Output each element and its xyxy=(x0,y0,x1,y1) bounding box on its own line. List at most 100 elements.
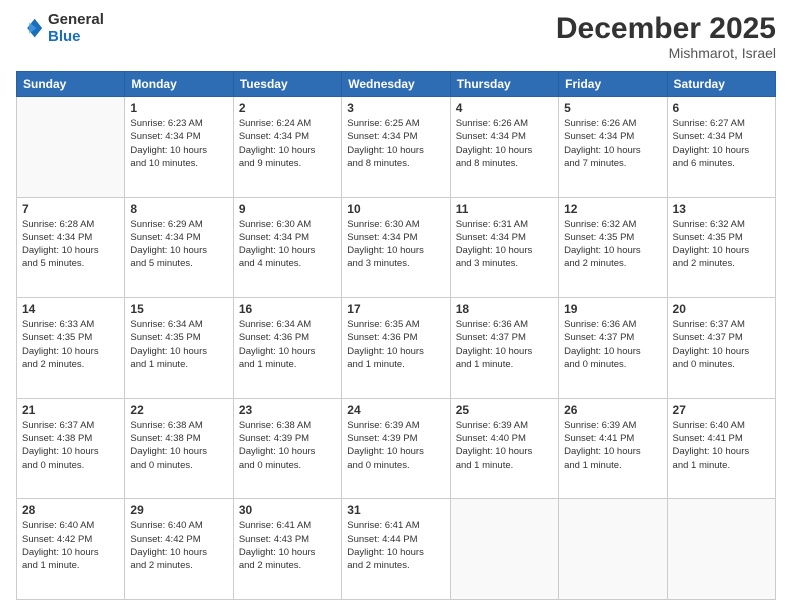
calendar-cell: 19 Sunrise: 6:36 AM Sunset: 4:37 PM Dayli… xyxy=(559,298,667,399)
calendar-cell: 3Sunrise: 6:25 AM Sunset: 4:34 PM Daylig… xyxy=(342,97,450,198)
calendar-cell: 29 Sunrise: 6:40 AM Sunset: 4:42 PM Dayli… xyxy=(125,499,233,600)
day-number: 29 xyxy=(130,503,227,517)
day-number: 12 xyxy=(564,202,661,216)
day-info: Sunrise: 6:24 AM Sunset: 4:34 PM Dayligh… xyxy=(239,117,336,170)
day-number: 18 xyxy=(456,302,553,316)
day-number: 16 xyxy=(239,302,336,316)
calendar-cell: 27 Sunrise: 6:40 AM Sunset: 4:41 PM Dayli… xyxy=(667,398,775,499)
day-number: 14 xyxy=(22,302,119,316)
day-number: 28 xyxy=(22,503,119,517)
day-number: 1 xyxy=(130,101,227,115)
calendar-cell xyxy=(667,499,775,600)
calendar-cell: 24Sunrise: 6:39 AM Sunset: 4:39 PM Dayli… xyxy=(342,398,450,499)
day-number: 21 xyxy=(22,403,119,417)
calendar-cell: 16Sunrise: 6:34 AM Sunset: 4:36 PM Dayli… xyxy=(233,298,341,399)
day-info: Sunrise: 6:30 AM Sunset: 4:34 PM Dayligh… xyxy=(239,218,336,271)
col-wednesday: Wednesday xyxy=(342,72,450,97)
day-info: Sunrise: 6:26 AM Sunset: 4:34 PM Dayligh… xyxy=(456,117,553,170)
calendar-cell: 25 Sunrise: 6:39 AM Sunset: 4:40 PM Dayli… xyxy=(450,398,558,499)
calendar-cell: 13 Sunrise: 6:32 AM Sunset: 4:35 PM Dayli… xyxy=(667,197,775,298)
day-info: Sunrise: 6:40 AM Sunset: 4:42 PM Dayligh… xyxy=(130,519,227,572)
day-number: 19 xyxy=(564,302,661,316)
calendar-cell: 8Sunrise: 6:29 AM Sunset: 4:34 PM Daylig… xyxy=(125,197,233,298)
header: General Blue December 2025 Mishmarot, Is… xyxy=(16,12,776,61)
day-number: 24 xyxy=(347,403,444,417)
day-number: 27 xyxy=(673,403,770,417)
day-info: Sunrise: 6:25 AM Sunset: 4:34 PM Dayligh… xyxy=(347,117,444,170)
calendar-cell: 20 Sunrise: 6:37 AM Sunset: 4:37 PM Dayli… xyxy=(667,298,775,399)
calendar-cell: 14 Sunrise: 6:33 AM Sunset: 4:35 PM Dayli… xyxy=(17,298,125,399)
day-info: Sunrise: 6:32 AM Sunset: 4:35 PM Dayligh… xyxy=(564,218,661,271)
calendar-cell: 9 Sunrise: 6:30 AM Sunset: 4:34 PM Daylig… xyxy=(233,197,341,298)
day-info: Sunrise: 6:28 AM Sunset: 4:34 PM Dayligh… xyxy=(22,218,119,271)
calendar-body: 1 Sunrise: 6:23 AM Sunset: 4:34 PM Daylig… xyxy=(17,97,776,600)
calendar-table: Sunday Monday Tuesday Wednesday Thursday… xyxy=(16,71,776,600)
calendar-cell xyxy=(450,499,558,600)
day-info: Sunrise: 6:36 AM Sunset: 4:37 PM Dayligh… xyxy=(456,318,553,371)
day-info: Sunrise: 6:41 AM Sunset: 4:44 PM Dayligh… xyxy=(347,519,444,572)
calendar-cell: 26Sunrise: 6:39 AM Sunset: 4:41 PM Dayli… xyxy=(559,398,667,499)
day-number: 4 xyxy=(456,101,553,115)
calendar-cell: 17Sunrise: 6:35 AM Sunset: 4:36 PM Dayli… xyxy=(342,298,450,399)
day-info: Sunrise: 6:31 AM Sunset: 4:34 PM Dayligh… xyxy=(456,218,553,271)
day-number: 20 xyxy=(673,302,770,316)
day-number: 15 xyxy=(130,302,227,316)
day-info: Sunrise: 6:35 AM Sunset: 4:36 PM Dayligh… xyxy=(347,318,444,371)
col-saturday: Saturday xyxy=(667,72,775,97)
calendar-cell xyxy=(559,499,667,600)
day-number: 8 xyxy=(130,202,227,216)
calendar-cell: 23 Sunrise: 6:38 AM Sunset: 4:39 PM Dayli… xyxy=(233,398,341,499)
calendar-cell: 15 Sunrise: 6:34 AM Sunset: 4:35 PM Dayli… xyxy=(125,298,233,399)
title-area: December 2025 Mishmarot, Israel xyxy=(556,12,776,61)
calendar-cell: 7 Sunrise: 6:28 AM Sunset: 4:34 PM Daylig… xyxy=(17,197,125,298)
day-info: Sunrise: 6:30 AM Sunset: 4:34 PM Dayligh… xyxy=(347,218,444,271)
calendar-cell: 21 Sunrise: 6:37 AM Sunset: 4:38 PM Dayli… xyxy=(17,398,125,499)
week-row-2: 7 Sunrise: 6:28 AM Sunset: 4:34 PM Daylig… xyxy=(17,197,776,298)
day-info: Sunrise: 6:34 AM Sunset: 4:35 PM Dayligh… xyxy=(130,318,227,371)
day-number: 30 xyxy=(239,503,336,517)
day-number: 31 xyxy=(347,503,444,517)
day-info: Sunrise: 6:40 AM Sunset: 4:42 PM Dayligh… xyxy=(22,519,119,572)
day-info: Sunrise: 6:37 AM Sunset: 4:38 PM Dayligh… xyxy=(22,419,119,472)
col-sunday: Sunday xyxy=(17,72,125,97)
day-number: 23 xyxy=(239,403,336,417)
day-info: Sunrise: 6:23 AM Sunset: 4:34 PM Dayligh… xyxy=(130,117,227,170)
week-row-4: 21 Sunrise: 6:37 AM Sunset: 4:38 PM Dayli… xyxy=(17,398,776,499)
calendar-cell: 30 Sunrise: 6:41 AM Sunset: 4:43 PM Dayli… xyxy=(233,499,341,600)
week-row-5: 28 Sunrise: 6:40 AM Sunset: 4:42 PM Dayli… xyxy=(17,499,776,600)
calendar-cell: 5Sunrise: 6:26 AM Sunset: 4:34 PM Daylig… xyxy=(559,97,667,198)
day-info: Sunrise: 6:32 AM Sunset: 4:35 PM Dayligh… xyxy=(673,218,770,271)
day-number: 13 xyxy=(673,202,770,216)
day-number: 10 xyxy=(347,202,444,216)
day-number: 7 xyxy=(22,202,119,216)
day-number: 25 xyxy=(456,403,553,417)
day-info: Sunrise: 6:41 AM Sunset: 4:43 PM Dayligh… xyxy=(239,519,336,572)
day-number: 9 xyxy=(239,202,336,216)
day-info: Sunrise: 6:40 AM Sunset: 4:41 PM Dayligh… xyxy=(673,419,770,472)
day-number: 22 xyxy=(130,403,227,417)
day-number: 11 xyxy=(456,202,553,216)
logo-blue-text: Blue xyxy=(48,29,104,46)
calendar-cell: 6Sunrise: 6:27 AM Sunset: 4:34 PM Daylig… xyxy=(667,97,775,198)
day-info: Sunrise: 6:37 AM Sunset: 4:37 PM Dayligh… xyxy=(673,318,770,371)
day-info: Sunrise: 6:38 AM Sunset: 4:39 PM Dayligh… xyxy=(239,419,336,472)
logo-text: General Blue xyxy=(48,12,104,45)
day-info: Sunrise: 6:36 AM Sunset: 4:37 PM Dayligh… xyxy=(564,318,661,371)
day-info: Sunrise: 6:38 AM Sunset: 4:38 PM Dayligh… xyxy=(130,419,227,472)
calendar-cell: 18 Sunrise: 6:36 AM Sunset: 4:37 PM Dayli… xyxy=(450,298,558,399)
day-number: 6 xyxy=(673,101,770,115)
calendar-cell xyxy=(17,97,125,198)
logo-general-text: General xyxy=(48,12,104,29)
day-info: Sunrise: 6:33 AM Sunset: 4:35 PM Dayligh… xyxy=(22,318,119,371)
col-tuesday: Tuesday xyxy=(233,72,341,97)
logo: General Blue xyxy=(16,12,104,45)
day-info: Sunrise: 6:39 AM Sunset: 4:40 PM Dayligh… xyxy=(456,419,553,472)
month-title: December 2025 xyxy=(556,12,776,45)
location-subtitle: Mishmarot, Israel xyxy=(556,45,776,61)
col-thursday: Thursday xyxy=(450,72,558,97)
calendar-header: Sunday Monday Tuesday Wednesday Thursday… xyxy=(17,72,776,97)
calendar-cell: 12 Sunrise: 6:32 AM Sunset: 4:35 PM Dayli… xyxy=(559,197,667,298)
week-row-3: 14 Sunrise: 6:33 AM Sunset: 4:35 PM Dayli… xyxy=(17,298,776,399)
day-number: 2 xyxy=(239,101,336,115)
page: General Blue December 2025 Mishmarot, Is… xyxy=(0,0,792,612)
